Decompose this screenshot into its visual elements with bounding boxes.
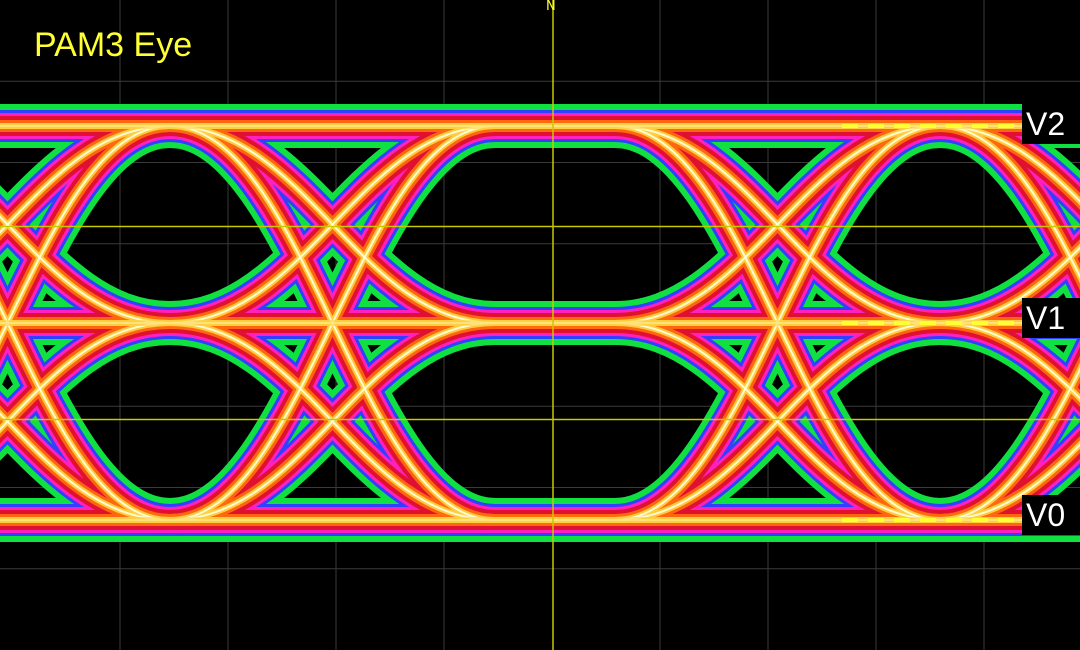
chart-title: PAM3 Eye [34,26,192,65]
eye-plot [0,0,1080,650]
trigger-marker: N [546,0,556,13]
eye-diagram: PAM3 Eye N V2 V1 V0 [0,0,1080,650]
level-rail [0,517,1080,523]
level-label-v0: V0 [1022,495,1080,535]
level-label-v1: V1 [1022,298,1080,338]
level-rail [0,320,1080,326]
level-label-v2: V2 [1022,104,1080,144]
level-rail [0,123,1080,129]
